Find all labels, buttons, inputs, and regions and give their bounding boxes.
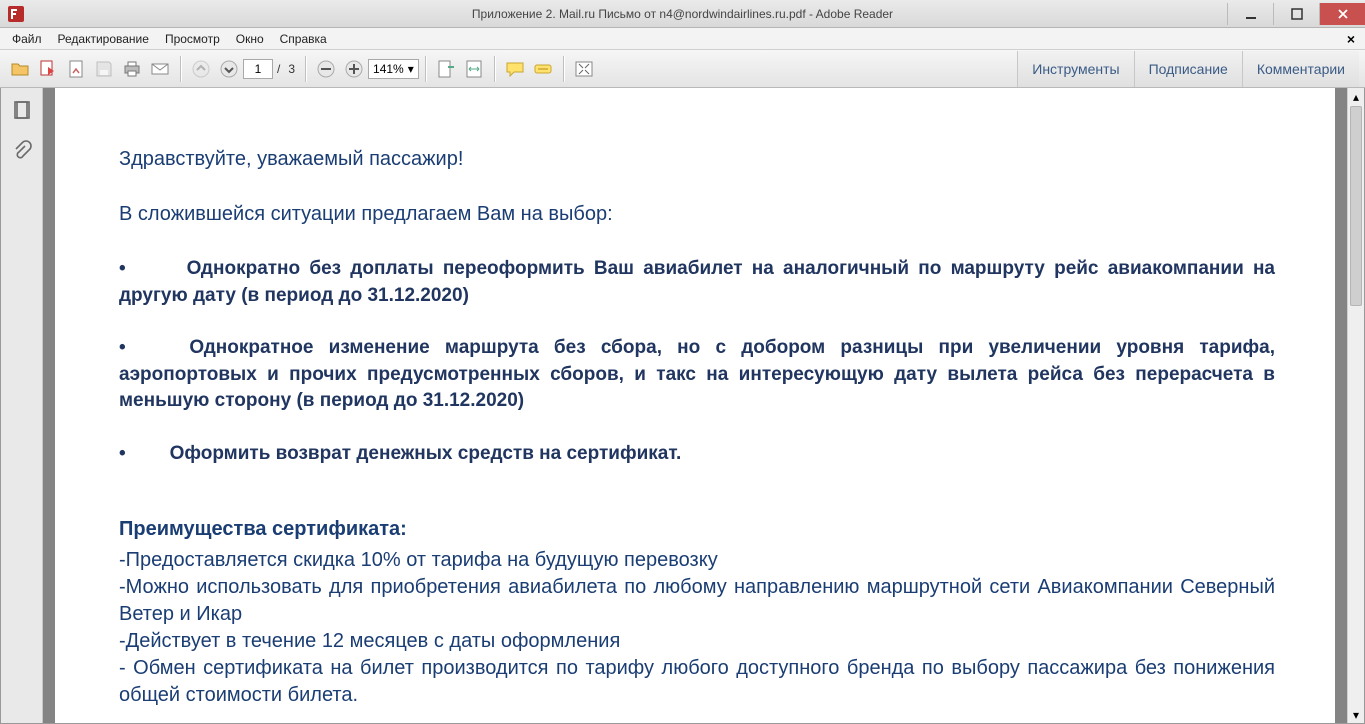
comments-panel-button[interactable]: Комментарии [1242, 51, 1359, 87]
doc-bullet-3-text: Оформить возврат денежных средств на сер… [170, 443, 682, 464]
doc-intro: В сложившейся ситуации предлагаем Вам на… [119, 203, 1275, 226]
doc-adv-4: - Обмен сертификата на билет производитс… [119, 655, 1275, 709]
doc-adv-2: -Можно использовать для приобретения ави… [119, 574, 1275, 628]
doc-bullet-1: • Однократно без доплаты переоформить Ва… [119, 256, 1275, 309]
attachments-icon[interactable] [7, 136, 37, 166]
scrollbar-thumb[interactable] [1350, 106, 1362, 306]
doc-bullet-1-text: Однократно без доплаты переоформить Ваш … [119, 258, 1275, 306]
email-icon[interactable] [146, 55, 174, 83]
menu-edit[interactable]: Редактирование [50, 30, 157, 48]
doc-bullet-3: • Оформить возврат денежных средств на с… [119, 441, 1275, 468]
zoom-out-icon[interactable] [312, 55, 340, 83]
maximize-button[interactable] [1273, 3, 1319, 25]
doc-adv-title: Преимущества сертификата: [119, 518, 1275, 541]
document-viewport[interactable]: Здравствуйте, уважаемый пассажир! В слож… [43, 88, 1364, 723]
thumbnails-icon[interactable] [7, 96, 37, 126]
window-title: Приложение 2. Mail.ru Письмо от n4@nordw… [0, 7, 1365, 21]
doc-adv-3: -Действует в течение 12 месяцев с даты о… [119, 628, 1275, 655]
page-number-input[interactable] [243, 59, 273, 79]
tools-panel-button[interactable]: Инструменты [1017, 51, 1133, 87]
window-titlebar: Приложение 2. Mail.ru Письмо от n4@nordw… [0, 0, 1365, 28]
vertical-scrollbar[interactable]: ▴ ▾ [1347, 88, 1364, 723]
pdf-page: Здравствуйте, уважаемый пассажир! В слож… [55, 88, 1335, 723]
scroll-down-icon[interactable]: ▾ [1348, 706, 1364, 723]
sign-panel-button[interactable]: Подписание [1134, 51, 1242, 87]
zoom-in-icon[interactable] [340, 55, 368, 83]
open-file-icon[interactable] [6, 55, 34, 83]
menubar: Файл Редактирование Просмотр Окно Справк… [0, 28, 1365, 50]
doc-greeting: Здравствуйте, уважаемый пассажир! [119, 148, 1275, 171]
page-up-icon[interactable] [187, 55, 215, 83]
doc-bullet-2: • Однократное изменение маршрута без сбо… [119, 335, 1275, 415]
nav-sidebar [1, 88, 43, 723]
close-window-button[interactable] [1319, 3, 1365, 25]
zoom-value: 141% [373, 62, 404, 76]
page-total: 3 [288, 62, 295, 76]
fit-width-icon[interactable] [460, 55, 488, 83]
toolbar: / 3 141% ▾ Инструменты Подписание Коммен… [0, 50, 1365, 88]
scroll-up-icon[interactable]: ▴ [1348, 88, 1364, 105]
doc-bullet-2-text: Однократное изменение маршрута без сбора… [119, 337, 1275, 411]
page-separator: / [277, 62, 280, 76]
read-mode-icon[interactable] [570, 55, 598, 83]
menu-help[interactable]: Справка [272, 30, 335, 48]
doc-adv-1: -Предоставляется скидка 10% от тарифа на… [119, 547, 1275, 574]
close-document-button[interactable]: × [1341, 31, 1361, 47]
zoom-select[interactable]: 141% ▾ [368, 59, 419, 79]
print-icon[interactable] [118, 55, 146, 83]
menu-view[interactable]: Просмотр [157, 30, 228, 48]
save-icon[interactable] [90, 55, 118, 83]
menu-window[interactable]: Окно [228, 30, 272, 48]
fit-page-icon[interactable] [432, 55, 460, 83]
app-icon [6, 4, 26, 24]
menu-file[interactable]: Файл [4, 30, 50, 48]
create-pdf-icon[interactable] [62, 55, 90, 83]
minimize-button[interactable] [1227, 3, 1273, 25]
chevron-down-icon: ▾ [408, 62, 414, 76]
page-down-icon[interactable] [215, 55, 243, 83]
export-pdf-icon[interactable] [34, 55, 62, 83]
comment-icon[interactable] [501, 55, 529, 83]
highlight-icon[interactable] [529, 55, 557, 83]
